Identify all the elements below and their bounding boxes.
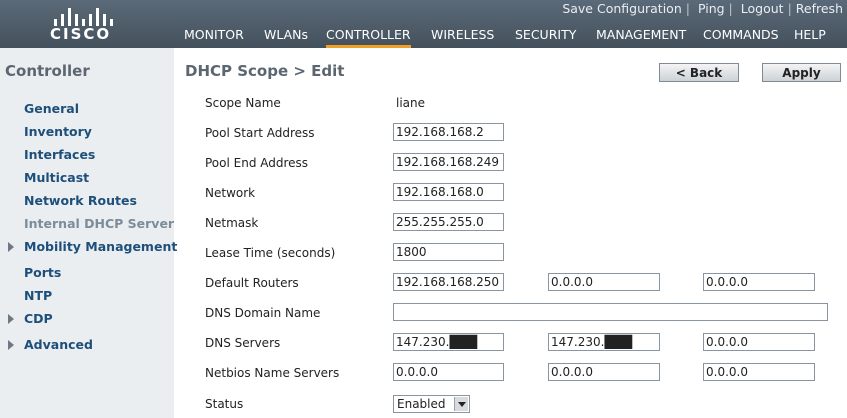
network-label: Network xyxy=(205,186,256,200)
netbios-label: Netbios Name Servers xyxy=(205,366,340,380)
tab-security[interactable]: SECURITY xyxy=(515,27,576,48)
tab-help[interactable]: HELP xyxy=(794,27,826,48)
expand-arrow-icon xyxy=(8,314,14,324)
status-selected-value: Enabled xyxy=(397,397,446,411)
save-configuration-link[interactable]: Save Configuration xyxy=(562,1,681,16)
dns-server-2-input[interactable]: 147.230.███ xyxy=(548,333,660,351)
ping-link[interactable]: Ping xyxy=(698,1,725,16)
network-input[interactable]: 192.168.168.0 xyxy=(393,183,504,201)
tab-commands[interactable]: COMMANDS xyxy=(703,27,779,48)
page-title: DHCP Scope > Edit xyxy=(185,62,345,80)
default-routers-label: Default Routers xyxy=(205,276,299,290)
status-label: Status xyxy=(205,397,244,411)
netbios-server-2-input[interactable]: 0.0.0.0 xyxy=(548,363,660,381)
dns-servers-label: DNS Servers xyxy=(205,336,281,350)
dns-domain-label: DNS Domain Name xyxy=(205,306,321,320)
scope-name-value: liane xyxy=(396,96,426,110)
lease-time-label: Lease Time (seconds) xyxy=(205,246,336,260)
sidebar-item-label: Mobility Management xyxy=(24,239,178,254)
expand-arrow-icon xyxy=(8,340,14,350)
netbios-server-1-input[interactable]: 0.0.0.0 xyxy=(393,363,504,381)
logout-link[interactable]: Logout xyxy=(741,1,784,16)
default-router-1-input[interactable]: 192.168.168.250 xyxy=(393,273,504,291)
apply-button[interactable]: Apply xyxy=(762,63,841,82)
netmask-label: Netmask xyxy=(205,216,259,230)
sidebar-item-internal-dhcp-server[interactable]: Internal DHCP Server xyxy=(24,216,174,231)
expand-arrow-icon xyxy=(8,242,14,252)
top-header: CISCO Save Configuration | Ping | Logout | R… xyxy=(0,0,847,48)
sidebar-item-label: Advanced xyxy=(24,337,93,352)
top-links: Save Configuration | Ping | Logout | Refresh xyxy=(562,1,843,16)
sidebar-item-mobility-management[interactable]: Mobility Management xyxy=(8,239,178,254)
sidebar-item-general[interactable]: General xyxy=(24,101,79,116)
tab-monitor[interactable]: MONITOR xyxy=(184,27,244,48)
sidebar-item-ports[interactable]: Ports xyxy=(24,265,61,280)
dns-server-3-input[interactable]: 0.0.0.0 xyxy=(703,333,815,351)
logo-text: CISCO xyxy=(50,25,112,43)
dns-domain-input[interactable] xyxy=(393,303,828,321)
sidebar-item-ntp[interactable]: NTP xyxy=(24,288,52,303)
cisco-logo: CISCO xyxy=(46,2,126,44)
sidebar: Controller General Inventory Interfaces … xyxy=(0,48,178,418)
status-select[interactable]: Enabled xyxy=(393,395,470,413)
sidebar-item-advanced[interactable]: Advanced xyxy=(8,337,93,352)
sidebar-item-network-routes[interactable]: Network Routes xyxy=(24,193,137,208)
chevron-down-icon[interactable] xyxy=(454,397,468,411)
sidebar-item-label: CDP xyxy=(24,311,53,326)
tab-management[interactable]: MANAGEMENT xyxy=(596,27,686,48)
sidebar-title: Controller xyxy=(5,62,90,80)
dns-server-1-input[interactable]: 147.230.███ xyxy=(393,333,504,351)
default-router-2-input[interactable]: 0.0.0.0 xyxy=(548,273,660,291)
sidebar-item-interfaces[interactable]: Interfaces xyxy=(24,147,95,162)
pool-end-label: Pool End Address xyxy=(205,156,309,170)
back-button[interactable]: < Back xyxy=(659,63,739,82)
tab-controller[interactable]: CONTROLLER xyxy=(326,27,411,48)
sidebar-item-inventory[interactable]: Inventory xyxy=(24,124,92,139)
scope-name-label: Scope Name xyxy=(205,96,281,110)
netmask-input[interactable]: 255.255.255.0 xyxy=(393,213,504,231)
refresh-link[interactable]: Refresh xyxy=(796,1,843,16)
netbios-server-3-input[interactable]: 0.0.0.0 xyxy=(703,363,815,381)
sidebar-item-cdp[interactable]: CDP xyxy=(8,311,53,326)
lease-time-input[interactable]: 1800 xyxy=(393,243,504,261)
pool-end-input[interactable]: 192.168.168.249 xyxy=(393,153,504,171)
sidebar-item-multicast[interactable]: Multicast xyxy=(24,170,89,185)
logo-bars-icon xyxy=(52,6,113,26)
tab-wireless[interactable]: WIRELESS xyxy=(431,27,494,48)
tab-wlans[interactable]: WLANs xyxy=(264,27,308,48)
pool-start-label: Pool Start Address xyxy=(205,126,315,140)
pool-start-input[interactable]: 192.168.168.2 xyxy=(393,123,504,141)
default-router-3-input[interactable]: 0.0.0.0 xyxy=(703,273,815,291)
